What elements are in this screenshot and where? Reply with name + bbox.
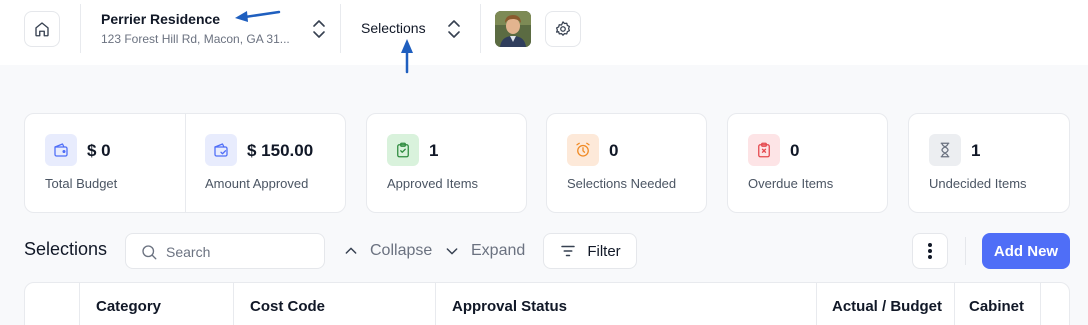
- clipboard-check-icon: [387, 134, 419, 166]
- home-button[interactable]: [24, 11, 60, 47]
- chevron-up-down-icon[interactable]: [312, 19, 326, 39]
- stat-label: Selections Needed: [567, 176, 677, 191]
- stat-undecided-items: 1 Undecided Items: [908, 113, 1070, 213]
- budget-summary-card: $ 0 Total Budget $ 150.00 Amount Approve…: [24, 113, 346, 213]
- search-icon: [142, 245, 157, 260]
- chevron-down-icon: [446, 248, 458, 255]
- stat-label: Amount Approved: [205, 176, 309, 191]
- top-bar: Perrier Residence 123 Forest Hill Rd, Ma…: [0, 0, 1088, 65]
- expand-button[interactable]: Expand: [444, 233, 525, 269]
- filter-button[interactable]: Filter: [543, 233, 637, 269]
- column-header-actual-budget[interactable]: Actual / Budget: [817, 283, 955, 325]
- hourglass-icon: [929, 134, 961, 166]
- stat-value: 0: [609, 141, 619, 160]
- more-vertical-icon: [928, 243, 932, 259]
- stat-label: Approved Items: [387, 176, 479, 191]
- divider: [80, 4, 81, 53]
- stat-label: Total Budget: [45, 176, 118, 191]
- project-address: 123 Forest Hill Rd, Macon, GA 31...: [101, 32, 290, 46]
- search-input[interactable]: [166, 242, 316, 262]
- avatar[interactable]: [495, 11, 531, 47]
- stat-value: $ 0: [87, 141, 111, 160]
- search-box[interactable]: [125, 233, 325, 269]
- column-header-cabinet[interactable]: Cabinet: [955, 283, 1041, 325]
- table-header: Category Cost Code Approval Status Actua…: [24, 282, 1070, 325]
- wallet-icon: [45, 134, 77, 166]
- column-header-cost-code[interactable]: Cost Code: [234, 283, 436, 325]
- user-avatar-icon: [495, 11, 531, 47]
- stat-amount-approved: $ 150.00 Amount Approved: [185, 114, 345, 212]
- annotation-arrow: [235, 10, 281, 22]
- home-icon: [35, 22, 49, 37]
- stat-approved-items: 1 Approved Items: [366, 113, 527, 213]
- column-header-category[interactable]: Category: [80, 283, 234, 325]
- divider: [965, 237, 966, 265]
- more-options-button[interactable]: [912, 233, 948, 269]
- stat-value: 1: [971, 141, 981, 160]
- stat-overdue-items: 0 Overdue Items: [727, 113, 888, 213]
- project-name[interactable]: Perrier Residence: [101, 11, 220, 27]
- chevron-up-down-icon[interactable]: [447, 19, 461, 39]
- stat-value: 0: [790, 141, 800, 160]
- gear-icon: [555, 21, 571, 36]
- section-title: Selections: [24, 239, 108, 259]
- stat-value: $ 150.00: [247, 141, 314, 160]
- stat-value: 1: [429, 141, 439, 160]
- wallet-check-icon: [205, 134, 237, 166]
- view-selector-label[interactable]: Selections: [361, 20, 426, 36]
- stat-label: Undecided Items: [929, 176, 1027, 191]
- settings-button[interactable]: [545, 11, 581, 47]
- expand-label: Expand: [471, 242, 526, 259]
- chevron-up-icon: [345, 247, 357, 254]
- stat-label: Overdue Items: [748, 176, 834, 191]
- divider: [480, 4, 481, 53]
- alarm-clock-icon: [567, 134, 599, 166]
- filter-icon: [561, 245, 576, 257]
- select-column-header[interactable]: [25, 283, 80, 325]
- filter-label: Filter: [587, 242, 621, 260]
- divider: [340, 4, 341, 53]
- clipboard-x-icon: [748, 134, 780, 166]
- stat-total-budget: $ 0 Total Budget: [25, 114, 185, 212]
- column-header-approval-status[interactable]: Approval Status: [436, 283, 817, 325]
- collapse-button[interactable]: Collapse: [343, 233, 432, 269]
- add-new-button[interactable]: Add New: [982, 233, 1070, 269]
- collapse-label: Collapse: [370, 242, 433, 259]
- stat-selections-needed: 0 Selections Needed: [546, 113, 707, 213]
- annotation-arrow: [401, 39, 413, 74]
